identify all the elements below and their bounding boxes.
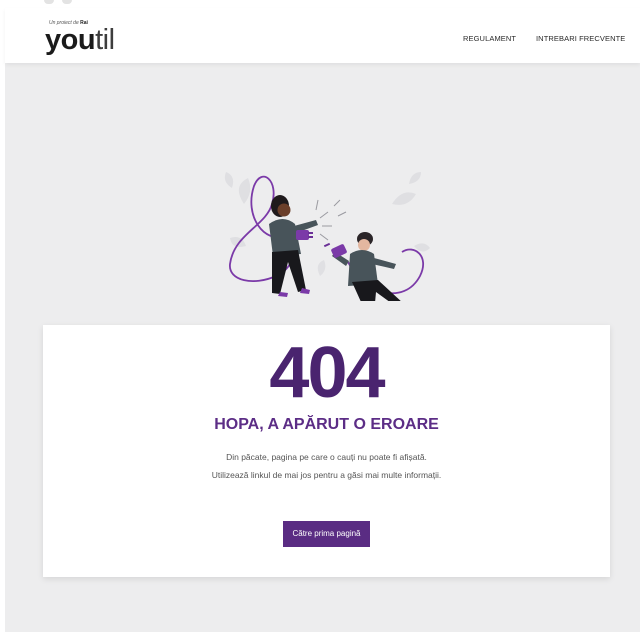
logo-wordmark: youtil xyxy=(45,24,115,56)
youtil-logo[interactable]: Un proiect de Rai youtil xyxy=(45,20,135,60)
main-content: 404 HOPA, A APĂRUT O EROARE Din păcate, … xyxy=(5,63,640,632)
browser-strip xyxy=(0,0,640,8)
error-title: HOPA, A APĂRUT O EROARE xyxy=(214,416,439,433)
nav-regulament[interactable]: REGULAMENT xyxy=(463,34,516,43)
nav-intrebari-frecvente[interactable]: INTREBARI FRECVENTE xyxy=(536,34,625,43)
error-code: 404 xyxy=(269,333,385,413)
plug-connection-illustration xyxy=(224,172,430,301)
error-message-line-1: Din păcate, pagina pe care o cauți nu po… xyxy=(226,452,427,462)
page: Un proiect de Rai youtil REGULAMENT INTR… xyxy=(0,0,640,632)
error-message-line-2: Utilizează linkul de mai jos pentru a gă… xyxy=(211,470,442,480)
window-control-icon xyxy=(44,0,54,4)
window-control-icon xyxy=(62,0,72,4)
home-page-button[interactable]: Către prima pagină xyxy=(283,521,370,547)
site-header: Un proiect de Rai youtil REGULAMENT INTR… xyxy=(5,8,640,63)
error-card: 404 HOPA, A APĂRUT O EROARE Din păcate, … xyxy=(43,325,610,577)
